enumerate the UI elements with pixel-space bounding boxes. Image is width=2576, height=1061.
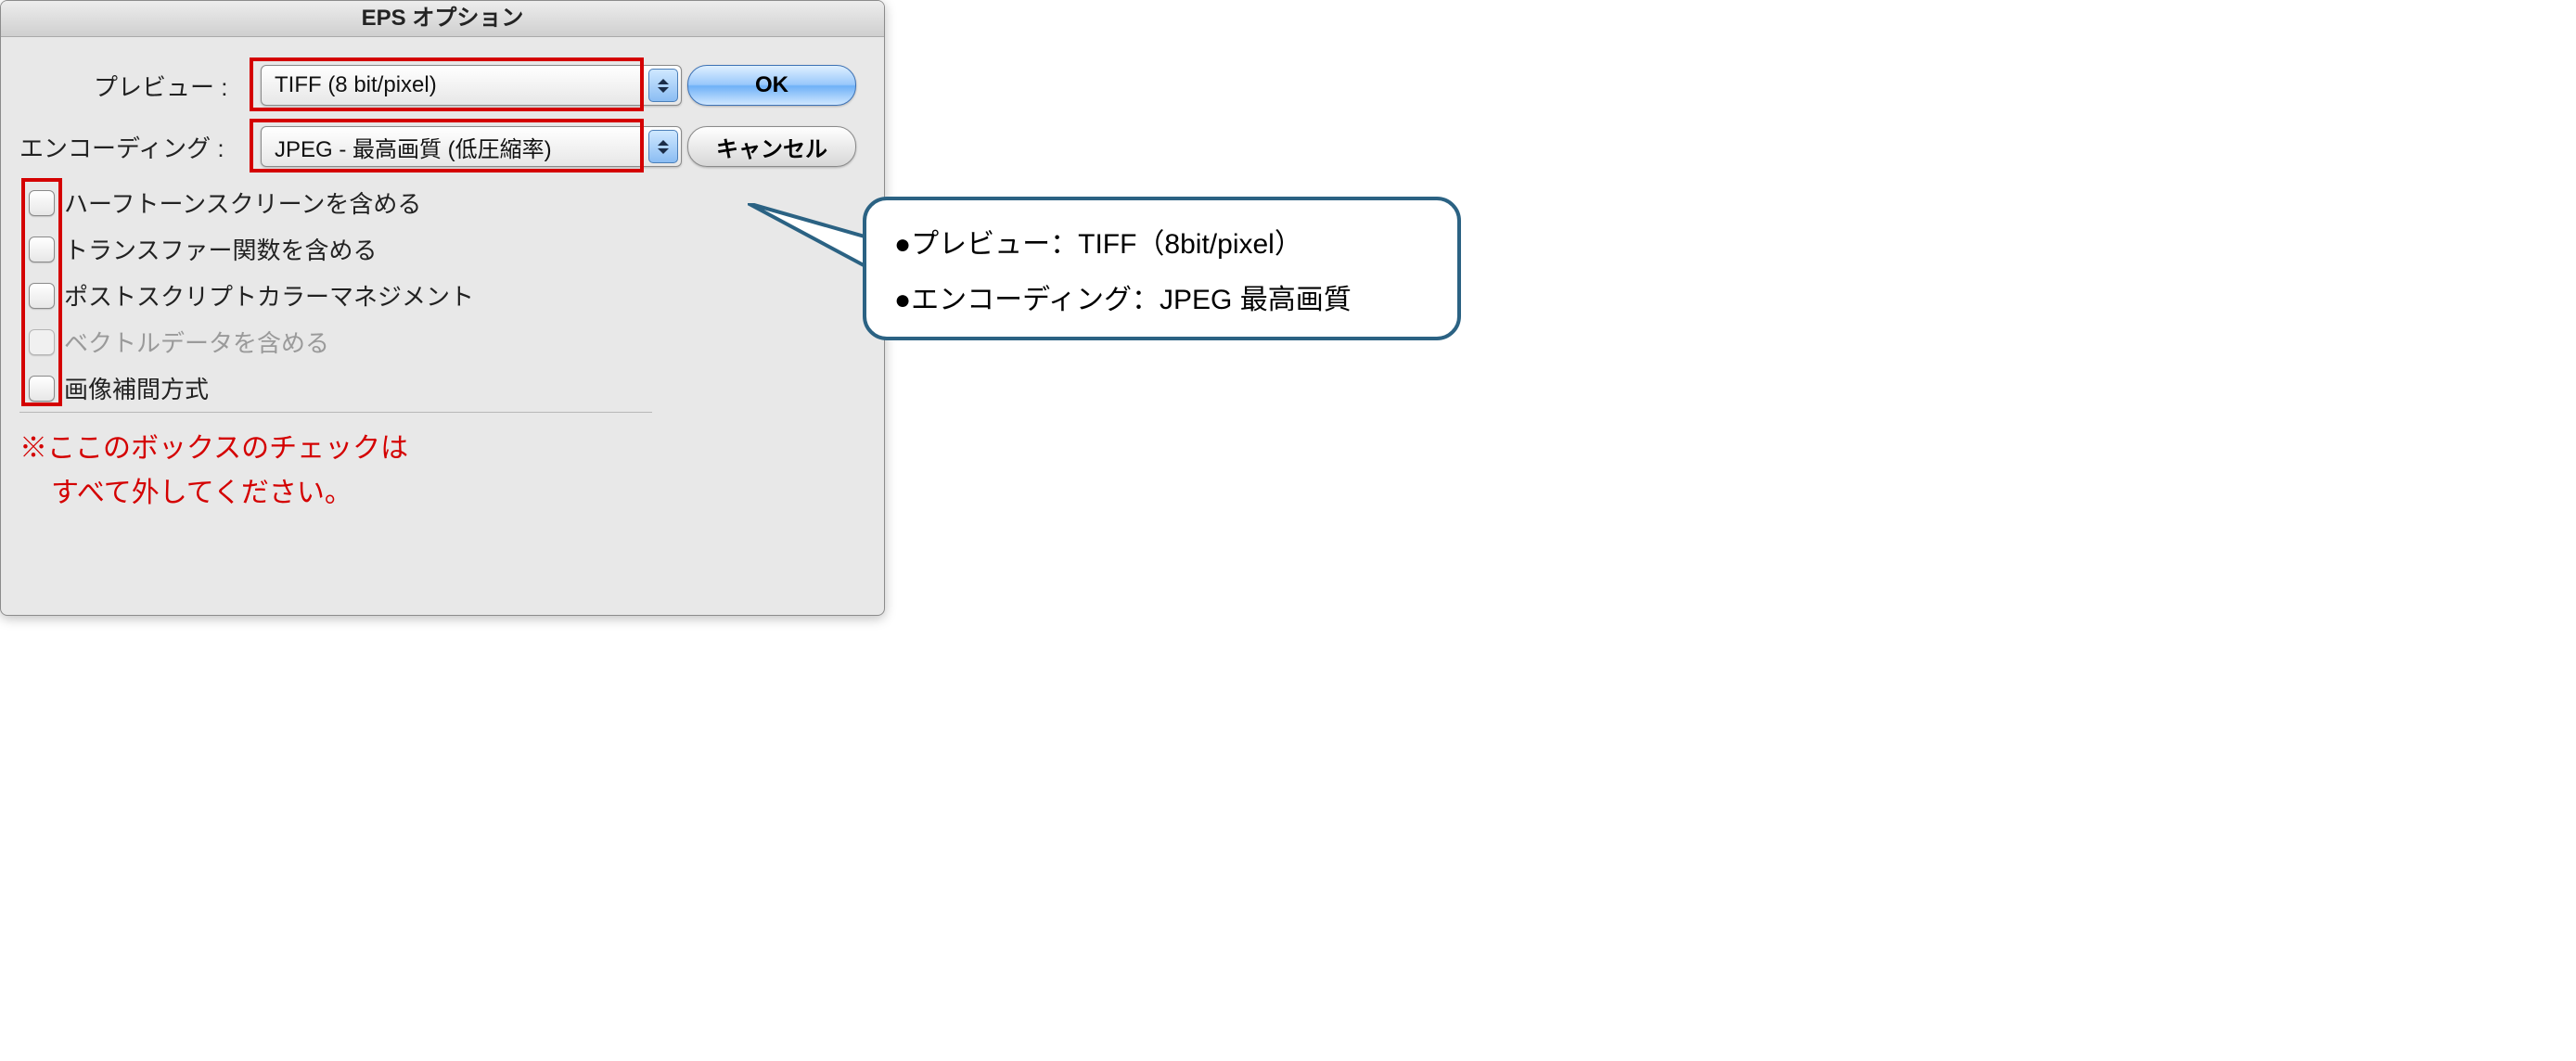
note-line1: ※ここのボックスのチェックは <box>19 427 408 471</box>
checkbox-halftone-label: ハーフトーンスクリーンを含める <box>64 185 421 220</box>
dialog-title: EPS オプション <box>1 1 884 37</box>
note-line2: すべて外してください。 <box>19 471 408 516</box>
callout-bubble: ●プレビュー：TIFF（8bit/pixel） ●エンコーディング：JPEG 最… <box>863 197 1461 340</box>
stepper-icon <box>648 69 678 102</box>
callout-line2: ●エンコーディング：JPEG 最高画質 <box>894 273 1429 328</box>
checkbox-transfer-label: トランスファー関数を含める <box>64 232 377 266</box>
ok-button-label: OK <box>755 72 788 98</box>
note-uncheck-all: ※ここのボックスのチェックは すべて外してください。 <box>19 427 408 516</box>
dialog-body: プレビュー : TIFF (8 bit/pixel) エンコーディング : JP… <box>1 37 884 616</box>
ok-button[interactable]: OK <box>687 65 856 106</box>
cancel-button[interactable]: キャンセル <box>687 126 856 167</box>
highlight-box-preview <box>250 58 644 111</box>
divider-line <box>19 412 652 413</box>
encoding-label: エンコーディング : <box>19 130 224 164</box>
highlight-box-encoding <box>250 119 644 173</box>
cancel-button-label: キャンセル <box>716 131 827 163</box>
highlight-box-checkboxes <box>21 178 62 406</box>
callout-line1: ●プレビュー：TIFF（8bit/pixel） <box>894 217 1429 273</box>
checkbox-vector-data-label: ベクトルデータを含める <box>64 325 329 359</box>
stepper-icon <box>648 130 678 163</box>
checkbox-postscript-color-mgmt-label: ポストスクリプトカラーマネジメント <box>64 278 474 313</box>
checkbox-image-interp-label: 画像補間方式 <box>64 371 209 405</box>
preview-label: プレビュー : <box>94 69 227 103</box>
